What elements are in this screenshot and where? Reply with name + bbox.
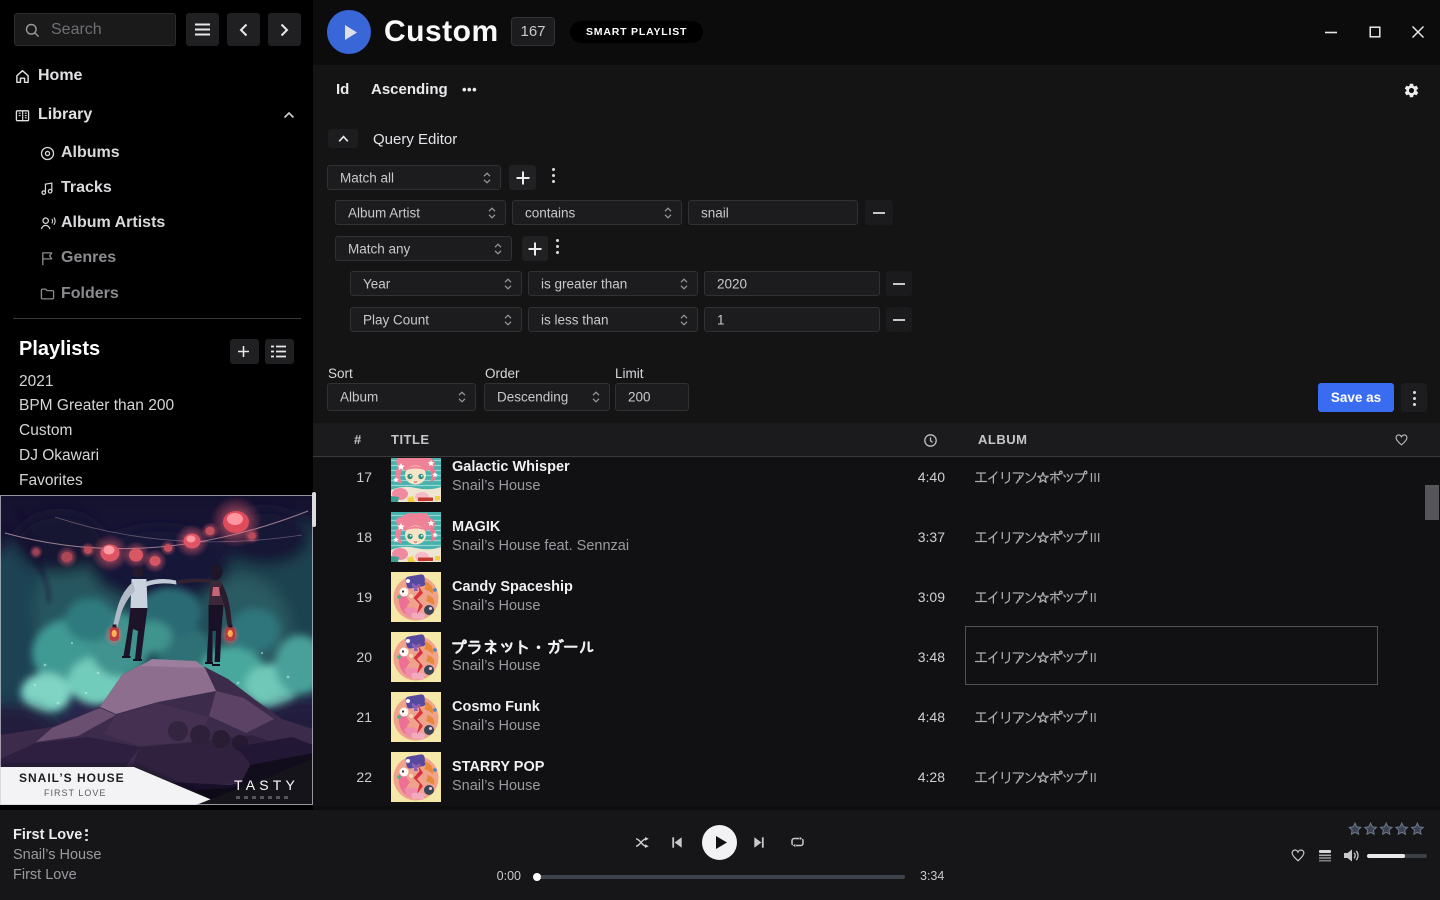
svg-text:SNAIL’S HOUSE: SNAIL’S HOUSE [19, 771, 125, 785]
svg-text:III: III [1090, 530, 1101, 545]
svg-text:FIRST LOVE: FIRST LOVE [44, 788, 106, 798]
svg-text:II: II [1090, 770, 1097, 785]
svg-text:II: II [1090, 710, 1097, 725]
svg-text:TASTY: TASTY [234, 777, 299, 793]
svg-text:III: III [1090, 470, 1101, 485]
svg-text:II: II [1090, 590, 1097, 605]
